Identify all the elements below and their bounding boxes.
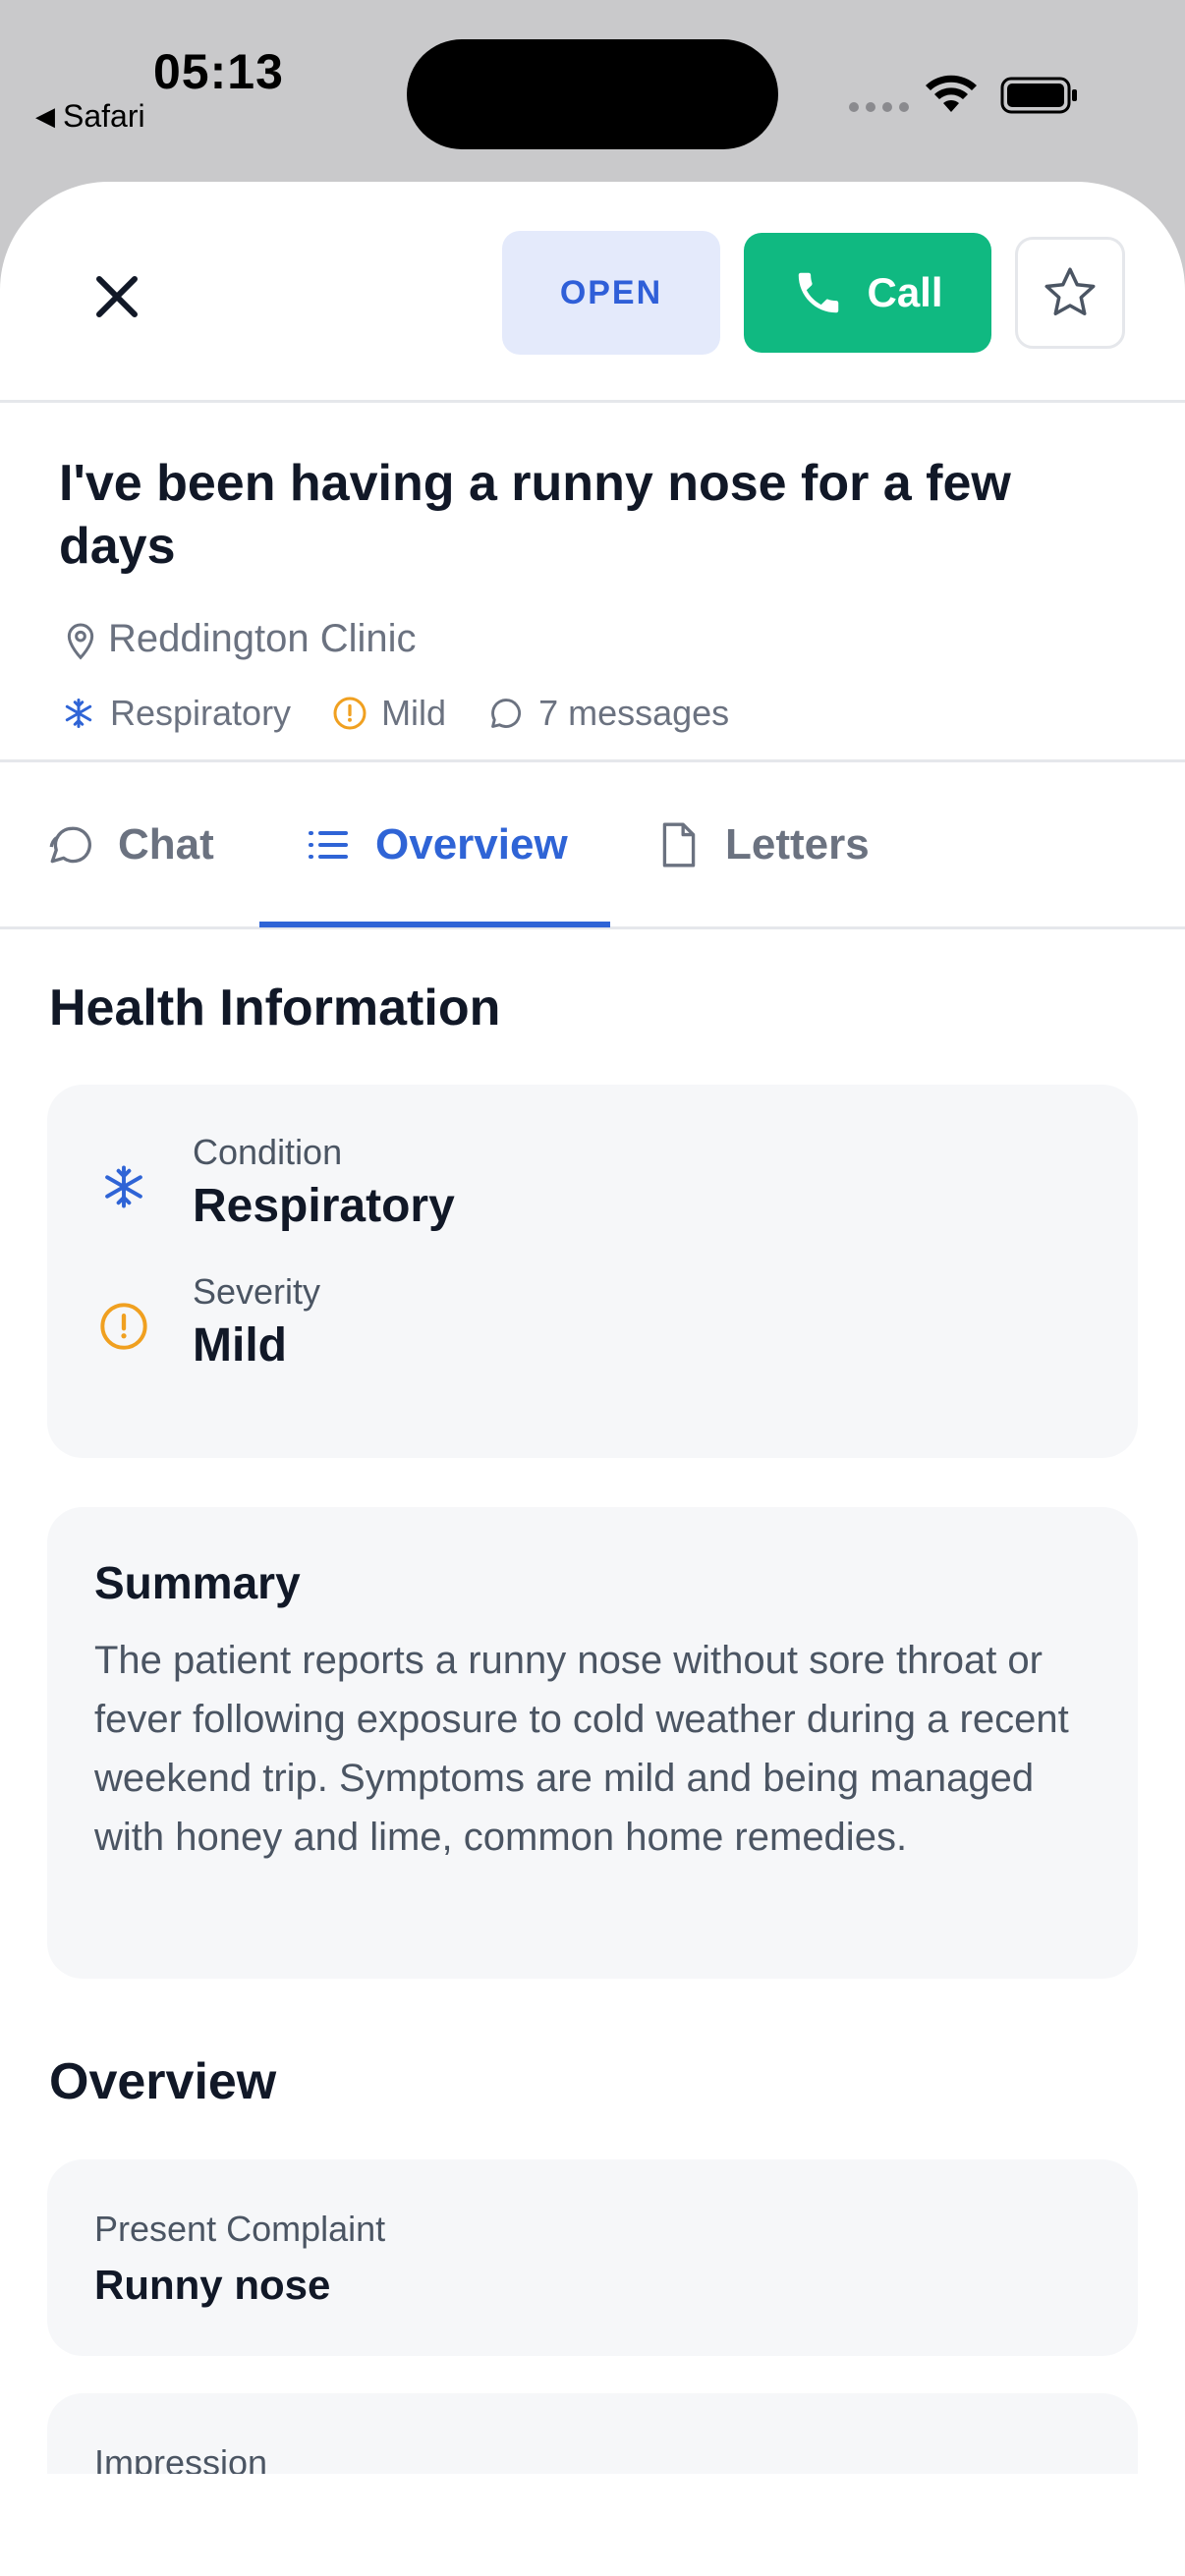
dynamic-island <box>407 39 778 149</box>
location-name: Reddington Clinic <box>108 617 417 660</box>
severity-meta-label: Mild <box>381 693 447 733</box>
tab-chat-label: Chat <box>118 819 214 868</box>
location-pin-icon <box>67 623 94 660</box>
back-app-label: Safari <box>63 98 145 134</box>
case-detail-sheet: OPEN Call I've been having a runny nose … <box>0 182 1185 2576</box>
sheet-header: OPEN Call <box>0 182 1185 403</box>
severity-meta: Mild <box>332 693 446 734</box>
tab-letters[interactable]: Letters <box>656 762 870 926</box>
case-title-block: I've been having a runny nose for a few … <box>0 403 1185 762</box>
summary-heading: Summary <box>94 1557 301 1608</box>
tab-letters-label: Letters <box>725 819 870 868</box>
alert-circle-icon <box>333 697 367 730</box>
battery-icon <box>1000 77 1077 114</box>
tab-overview-label: Overview <box>375 819 568 868</box>
wifi-icon <box>926 75 977 112</box>
tab-bar: Chat Overview Letters <box>0 762 1185 929</box>
present-complaint-label: Present Complaint <box>94 2209 386 2249</box>
present-complaint-card: Present Complaint Runny nose <box>47 2159 1138 2356</box>
list-icon <box>309 830 348 859</box>
alert-circle-icon <box>100 1303 147 1350</box>
tab-overview[interactable]: Overview <box>305 762 568 926</box>
condition-value: Respiratory <box>193 1180 455 1232</box>
health-info-card: Condition Respiratory Severity Mild <box>47 1085 1138 1458</box>
star-icon <box>1044 267 1096 315</box>
messages-count: 7 messages <box>538 693 730 733</box>
messages-meta: 7 messages <box>487 693 729 734</box>
phone-icon <box>799 272 839 313</box>
case-title: I've been having a runny nose for a few … <box>59 455 1011 575</box>
call-button[interactable]: Call <box>744 233 991 353</box>
respiratory-icon <box>105 1165 142 1208</box>
back-triangle-icon: ◀ <box>35 101 55 131</box>
close-icon <box>96 276 138 317</box>
chat-bubble-icon <box>49 826 91 863</box>
document-icon <box>662 822 696 867</box>
overview-heading: Overview <box>49 2053 277 2110</box>
call-label: Call <box>867 269 943 315</box>
status-bar: 05:13 ◀ Safari <box>0 0 1185 182</box>
close-button[interactable] <box>85 264 149 329</box>
screen: 05:13 ◀ Safari OPEN Call I've been havin… <box>0 0 1185 2576</box>
message-bubble-icon <box>491 699 522 728</box>
condition-row: Condition Respiratory <box>96 1132 455 1233</box>
condition-meta: Respiratory <box>61 693 291 734</box>
back-to-safari[interactable]: ◀ Safari <box>35 98 145 135</box>
severity-label: Severity <box>193 1271 321 1312</box>
favorite-button[interactable] <box>1015 237 1125 349</box>
health-info-heading: Health Information <box>49 980 501 1036</box>
status-badge[interactable]: OPEN <box>502 231 720 355</box>
status-time: 05:13 <box>153 44 284 99</box>
bottom-safe-area <box>0 2474 1185 2576</box>
condition-meta-label: Respiratory <box>110 693 292 733</box>
condition-label: Condition <box>193 1132 343 1172</box>
present-complaint-value: Runny nose <box>94 2262 331 2308</box>
summary-text: The patient reports a runny nose without… <box>94 1639 1069 1859</box>
active-tab-indicator <box>259 922 610 927</box>
severity-row: Severity Mild <box>96 1271 320 1372</box>
respiratory-icon <box>65 699 92 728</box>
location-row: Reddington Clinic <box>61 617 417 661</box>
tab-chat[interactable]: Chat <box>45 762 214 926</box>
severity-value: Mild <box>193 1319 287 1372</box>
case-meta-row: Respiratory Mild 7 messages <box>61 693 770 734</box>
cellular-signal-icon <box>849 102 909 112</box>
summary-card: Summary The patient reports a runny nose… <box>47 1507 1138 1979</box>
